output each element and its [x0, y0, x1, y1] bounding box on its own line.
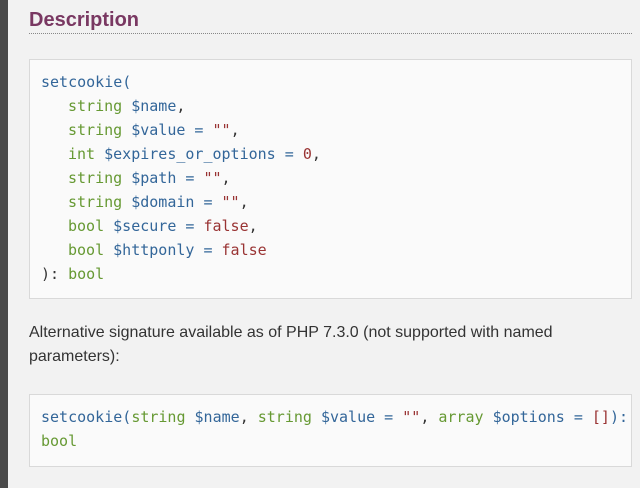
- signature-close-line: ): bool: [41, 262, 620, 286]
- param-default: "": [221, 193, 240, 211]
- param-name: $expires_or_options: [104, 145, 276, 163]
- param-equals: =: [194, 241, 222, 259]
- param-equals: =: [194, 193, 222, 211]
- param-name: $path: [131, 169, 177, 187]
- alt-param-default: []: [591, 408, 610, 426]
- alt-return-line: bool: [41, 429, 620, 453]
- alternative-signature-code-block: setcookie(string $name, string $value = …: [29, 394, 632, 467]
- param-separator: ,: [221, 169, 231, 187]
- signature-param-line: bool $httponly = false: [41, 238, 620, 262]
- signature-param-line: string $path = "",: [41, 166, 620, 190]
- param-type: string: [68, 97, 123, 115]
- param-separator: ,: [230, 121, 240, 139]
- param-default: "": [203, 169, 222, 187]
- alt-param-name: $name: [194, 408, 240, 426]
- param-separator: ,: [239, 193, 249, 211]
- alt-param-equals: =: [375, 408, 403, 426]
- alt-param-type: string: [131, 408, 186, 426]
- param-name: $httponly: [113, 241, 195, 259]
- param-default: false: [221, 241, 267, 259]
- param-type: string: [68, 169, 123, 187]
- param-default: false: [203, 217, 249, 235]
- param-separator: ,: [311, 145, 321, 163]
- param-equals: =: [275, 145, 303, 163]
- param-equals: =: [176, 217, 204, 235]
- left-gutter: [0, 0, 8, 488]
- param-equals: =: [185, 121, 213, 139]
- signature-param-line: int $expires_or_options = 0,: [41, 142, 620, 166]
- alt-return-type[interactable]: bool: [41, 432, 77, 450]
- alt-param-sep: ,: [239, 408, 258, 426]
- alt-param-sep: ,: [420, 408, 439, 426]
- section-title: Description: [29, 0, 632, 34]
- function-name[interactable]: setcookie(: [41, 73, 131, 91]
- param-type: bool: [68, 241, 105, 259]
- alt-param-name: $options: [492, 408, 565, 426]
- alt-signature-line: setcookie(string $name, string $value = …: [41, 405, 628, 429]
- param-name: $secure: [113, 217, 177, 235]
- param-name: $name: [131, 97, 177, 115]
- alt-param-equals: =: [564, 408, 592, 426]
- return-type[interactable]: bool: [68, 265, 104, 283]
- signature-param-line: string $name,: [41, 94, 620, 118]
- param-separator: ,: [176, 97, 186, 115]
- signature-param-line: bool $secure = false,: [41, 214, 620, 238]
- param-equals: =: [176, 169, 204, 187]
- param-name: $value: [131, 121, 186, 139]
- alt-param-name: $value: [320, 408, 376, 426]
- param-separator: ,: [248, 217, 258, 235]
- alt-param-default: "": [402, 408, 421, 426]
- signature-code-block: setcookie( string $name, string $value = …: [29, 59, 632, 299]
- signature-close: ):: [41, 265, 69, 283]
- alt-param-type: array: [438, 408, 484, 426]
- param-type: int: [68, 145, 96, 163]
- alternative-signature-note: Alternative signature available as of PH…: [29, 324, 553, 365]
- main-content: Description setcookie( string $name, stri…: [29, 0, 632, 467]
- param-default: 0: [302, 145, 312, 163]
- param-type: string: [68, 121, 123, 139]
- param-type: string: [68, 193, 123, 211]
- alt-param-type: string: [257, 408, 312, 426]
- alt-function-name[interactable]: setcookie(: [41, 408, 131, 426]
- param-type: bool: [68, 217, 105, 235]
- param-default: "": [212, 121, 231, 139]
- signature-param-line: string $value = "",: [41, 118, 620, 142]
- alt-signature-close: ):: [609, 408, 629, 426]
- signature-function-line: setcookie(: [41, 70, 620, 94]
- param-name: $domain: [131, 193, 195, 211]
- signature-param-line: string $domain = "",: [41, 190, 620, 214]
